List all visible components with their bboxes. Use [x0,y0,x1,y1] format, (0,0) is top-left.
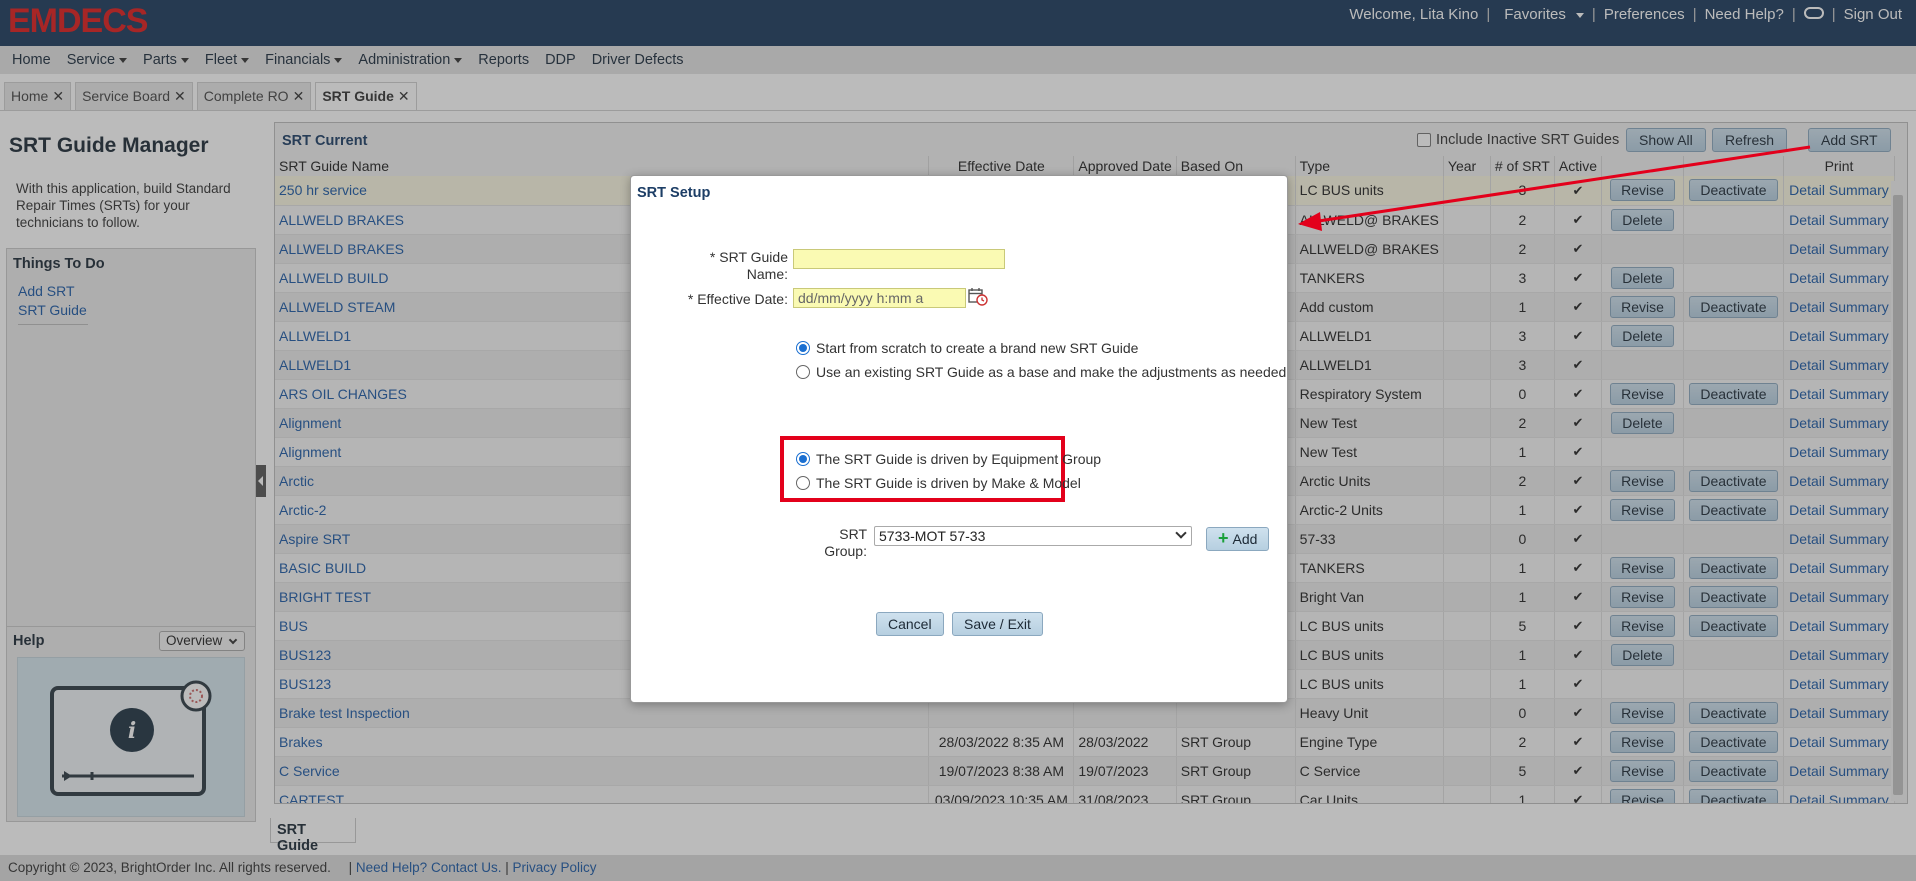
start-from-scratch-option[interactable]: Start from scratch to create a brand new… [796,340,1138,356]
equipment-group-option[interactable]: The SRT Guide is driven by Equipment Gro… [796,451,1101,467]
effective-date-input[interactable]: dd/mm/yyyy h:mm a [793,288,966,308]
save-exit-button[interactable]: Save / Exit [952,612,1043,636]
dialog-title: SRT Setup [637,185,711,201]
highlight-box [780,436,1065,502]
label-line: Group: [824,543,867,559]
plus-icon: + [1218,528,1229,548]
add-label: Add [1232,531,1258,547]
srt-group-label: SRT Group: [771,526,867,560]
srt-setup-dialog: SRT Setup * SRT Guide Name: * Effective … [630,175,1288,703]
use-existing-option[interactable]: Use an existing SRT Guide as a base and … [796,364,1286,380]
cancel-button[interactable]: Cancel [876,612,944,636]
calendar-clock-icon[interactable] [968,287,988,306]
chevron-down-icon [1175,527,1187,539]
make-model-option[interactable]: The SRT Guide is driven by Make & Model [796,475,1081,491]
srt-group-value: 5733-MOT 57-33 [879,528,986,544]
srt-group-select[interactable]: 5733-MOT 57-33 [874,526,1192,546]
option-label: Start from scratch to create a brand new… [816,340,1139,356]
start-from-scratch-radio[interactable] [796,341,810,355]
label-line: SRT [839,526,867,542]
option-label: Use an existing SRT Guide as a base and … [816,364,1287,380]
effective-date-label: * Effective Date: [687,291,788,307]
add-group-button[interactable]: + Add [1206,527,1270,551]
equipment-group-radio[interactable] [796,452,810,466]
make-model-radio[interactable] [796,476,810,490]
label-line: Name: [746,266,788,282]
srt-guide-name-input[interactable] [793,249,1005,269]
label-line: * SRT Guide [709,249,788,265]
srt-guide-name-label: * SRT Guide Name: [651,249,788,283]
option-label: The SRT Guide is driven by Make & Model [816,475,1081,491]
use-existing-radio[interactable] [796,365,810,379]
option-label: The SRT Guide is driven by Equipment Gro… [816,451,1102,467]
